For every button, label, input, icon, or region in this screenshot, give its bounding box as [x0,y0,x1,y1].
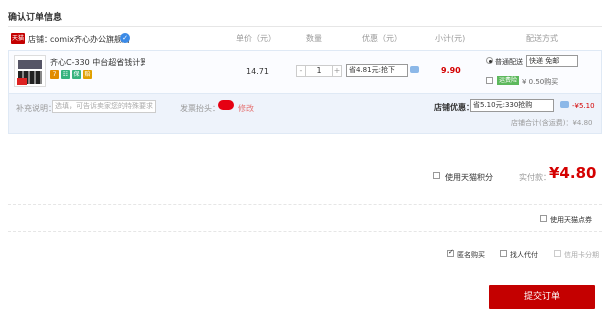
paid-amount: ¥4.80 [549,164,597,182]
coupon-panel [8,204,602,232]
store-label: 店铺： [28,35,52,44]
anonymous-label: 匿名购买 [457,251,485,259]
invoice-title-label: 发票抬头： [180,104,220,113]
col-discount: 优惠（元） [362,34,402,43]
promo-info-icon[interactable] [410,66,419,73]
freight-insurance-price: ¥ 0.50购买 [522,78,559,86]
guarantee-icon: 保 [72,70,81,79]
delivery-method-select[interactable]: 快递 免邮 [526,55,578,67]
store-promo-select[interactable]: 省5.10元:330抢购 [470,99,554,112]
installment-checkbox[interactable] [554,250,561,257]
paid-label: 实付款： [519,173,551,182]
increase-button[interactable]: + [332,65,342,77]
tmall-points-checkbox[interactable] [433,172,440,179]
tmall-points-label: 使用天猫积分 [445,173,493,182]
item-subtotal: 9.90 [441,66,461,75]
invoice-title-icon [218,100,234,110]
freight-insurance-tag: 运费险 [497,76,519,85]
product-thumbnail[interactable] [14,55,46,87]
installment-label: 信用卡分期 [564,251,599,259]
normal-delivery-radio[interactable] [486,57,493,64]
title-divider [8,26,602,27]
quantity-stepper: - 1 + [296,65,342,77]
compensation-icon: 赔 [83,70,92,79]
store-promo-label: 店铺优惠： [434,103,474,112]
remark-label: 补充说明： [16,104,56,113]
col-unit-price: 单价（元） [236,34,276,43]
col-quantity: 数量 [306,34,322,43]
anonymous-checkbox[interactable] [447,248,454,257]
unit-price-value: 14.71 [246,67,269,76]
invoice-icon: ☷ [61,70,70,79]
normal-delivery-label: 普通配送 [495,58,523,66]
wangwang-chat-icon[interactable]: ✓ [120,33,130,43]
page-title: 确认订单信息 [8,13,63,23]
invoice-edit-link[interactable]: 修改 [238,103,254,114]
store-promo-info-icon[interactable] [560,101,569,108]
submit-order-button[interactable]: 提交订单 [489,285,595,309]
proxy-pay-checkbox[interactable] [500,250,507,257]
decrease-button[interactable]: - [296,65,306,77]
tmall-store-tag: 天猫 [11,33,25,44]
col-shipping: 配送方式 [526,34,558,43]
store-total: 店铺合计(含运费)：¥4.80 [511,119,593,127]
seven-day-return-icon: 7 [50,70,59,79]
store-name-link[interactable]: comix齐心办公旗舰店 [50,34,130,45]
col-subtotal: 小计(元) [435,34,466,43]
remark-input[interactable]: 选填，可告诉卖家您的特殊要求 [52,100,156,113]
quantity-input[interactable]: 1 [306,65,332,77]
item-promo-select[interactable]: 省4.81元:抢下 [346,64,408,77]
store-discount-value: -¥5.10 [572,102,595,110]
tmall-coupon-label: 使用天猫点券 [550,216,592,224]
freight-insurance-checkbox[interactable] [486,77,493,84]
product-name-link[interactable]: 齐心C-330 中台超省钱计算... [50,57,145,68]
proxy-pay-label: 找人代付 [510,251,538,259]
tmall-coupon-checkbox[interactable] [540,215,547,222]
